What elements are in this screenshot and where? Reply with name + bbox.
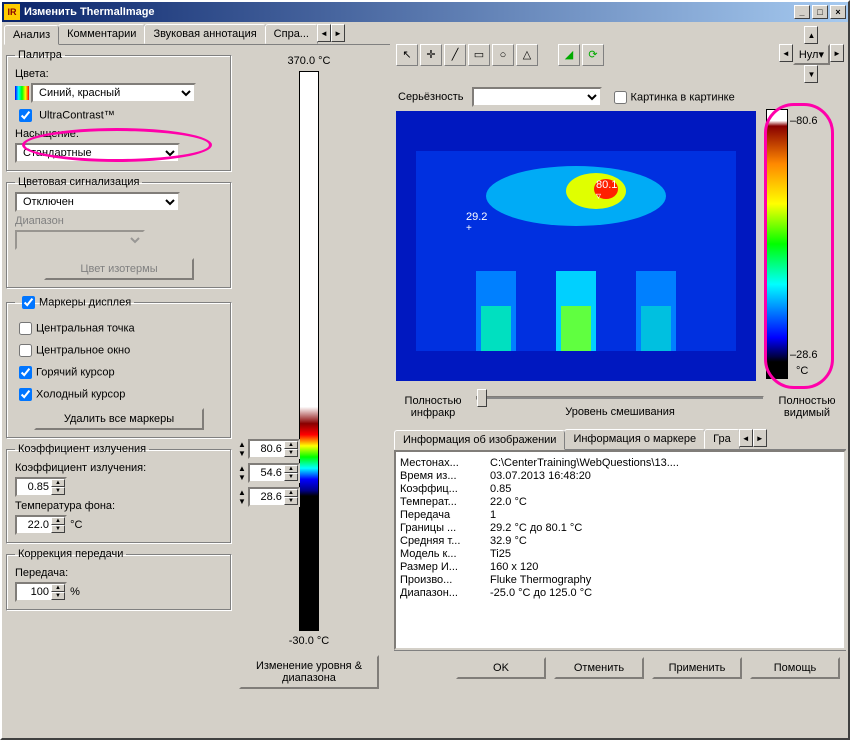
scale-mid-spinner[interactable]: ▲▼ — [248, 463, 300, 483]
right-scale-max: –80.6 — [790, 115, 818, 127]
info-row: Размер И...160 x 120 — [400, 561, 840, 573]
scale-low-spinner[interactable]: ▲▼ — [248, 487, 300, 507]
help-button[interactable]: Помощь — [750, 657, 840, 679]
nav-up-icon[interactable]: ▲ — [804, 26, 818, 44]
rect-tool-icon[interactable]: ▭ — [468, 44, 490, 66]
blend-label: Уровень смешивания — [468, 406, 772, 418]
maximize-button[interactable]: □ — [812, 5, 828, 19]
info-row: Температ...22.0 °C — [400, 496, 840, 508]
center-window-checkbox[interactable] — [19, 344, 32, 357]
range-label: Диапазон — [15, 215, 223, 227]
app-icon: IR — [4, 4, 20, 20]
saturation-select[interactable]: Стандартные — [15, 143, 180, 163]
tab-image-info[interactable]: Информация об изображении — [394, 430, 565, 450]
dialog-footer: OK Отменить Применить Помощь — [394, 650, 846, 685]
tab-analysis[interactable]: Анализ — [4, 25, 59, 45]
info-row: Коэффиц...0.85 — [400, 483, 840, 495]
info-row: Границы ...29.2 °C до 80.1 °C — [400, 522, 840, 534]
nav-right-icon[interactable]: ► — [830, 44, 844, 62]
hot-cursor-checkbox[interactable] — [19, 366, 32, 379]
crosshair-tool-icon[interactable]: ✛ — [420, 44, 442, 66]
severity-select[interactable] — [472, 87, 602, 107]
blend-slider[interactable] — [476, 396, 764, 400]
colorsig-group: Цветовая сигнализация Отключен Диапазон … — [6, 176, 232, 289]
colors-select[interactable]: Синий, красный — [31, 83, 196, 103]
apply-button[interactable]: Применить — [652, 657, 742, 679]
isotherm-color-button: Цвет изотермы — [44, 258, 194, 280]
right-toolbar: ↖ ✛ ╱ ▭ ○ △ ◢ ⟳ ▲ ◄ Нул▾ ► ▼ — [394, 24, 846, 85]
info-tab-next-icon[interactable]: ► — [753, 429, 767, 447]
close-button[interactable]: × — [830, 5, 846, 19]
info-tabs: Информация об изображении Информация о м… — [394, 429, 846, 450]
info-row: Модель к...Ti25 — [400, 548, 840, 560]
tool-b-icon[interactable]: ⟳ — [582, 44, 604, 66]
bg-temp-spinner[interactable]: ▲▼ — [15, 515, 67, 535]
cold-cursor-checkbox[interactable] — [19, 388, 32, 401]
delete-markers-button[interactable]: Удалить все маркеры — [34, 408, 204, 430]
nav-left-icon[interactable]: ◄ — [779, 44, 793, 62]
window-title: Изменить ThermalImage — [24, 6, 155, 18]
polygon-tool-icon[interactable]: △ — [516, 44, 538, 66]
colorsig-select[interactable]: Отключен — [15, 192, 180, 212]
image-info-list[interactable]: Местонах...C:\CenterTraining\WebQuestion… — [394, 450, 846, 650]
tab-next-icon[interactable]: ► — [331, 24, 345, 42]
cancel-button[interactable]: Отменить — [554, 657, 644, 679]
change-level-button[interactable]: Изменение уровня & диапазона — [239, 655, 379, 689]
info-row: Диапазон...-25.0 °C до 125.0 °C — [400, 587, 840, 599]
info-row: Время из...03.07.2013 16:48:20 — [400, 470, 840, 482]
colors-label: Цвета: — [15, 68, 223, 80]
center-point-checkbox[interactable] — [19, 322, 32, 335]
info-row: Произво...Fluke Thermography — [400, 574, 840, 586]
right-colorbar — [766, 109, 788, 379]
right-scale-unit: °C — [796, 365, 808, 377]
hot-marker-label: 80.1▿ — [596, 179, 617, 202]
palette-legend: Палитра — [15, 49, 65, 61]
tab-graph[interactable]: Гра — [704, 429, 740, 449]
minimize-button[interactable]: _ — [794, 5, 810, 19]
severity-label: Серьёзность — [398, 91, 464, 103]
pointer-tool-icon[interactable]: ↖ — [396, 44, 418, 66]
circle-tool-icon[interactable]: ○ — [492, 44, 514, 66]
range-select — [15, 230, 145, 250]
line-tool-icon[interactable]: ╱ — [444, 44, 466, 66]
right-scale-min: –28.6 — [790, 349, 818, 361]
markers-group: Маркеры дисплея Центральная точка Центра… — [6, 293, 232, 439]
palette-swatch-icon — [15, 86, 29, 100]
info-tab-prev-icon[interactable]: ◄ — [739, 429, 753, 447]
emissivity-spinner[interactable]: ▲▼ — [15, 477, 67, 497]
scale-high-spinner[interactable]: ▲▼ — [248, 439, 300, 459]
markers-enable-checkbox[interactable] — [22, 296, 35, 309]
transmission-spinner[interactable]: ▲▼ — [15, 582, 67, 602]
info-row: Местонах...C:\CenterTraining\WebQuestion… — [400, 457, 840, 469]
thermal-image[interactable]: 80.1▿ 29.2+ — [396, 111, 756, 381]
ultracontrast-checkbox-row[interactable]: UltraContrast™ — [15, 106, 223, 125]
zoom-reset-button[interactable]: Нул▾ — [793, 44, 830, 65]
tab-comments[interactable]: Комментарии — [58, 24, 145, 44]
nav-down-icon[interactable]: ▼ — [804, 65, 818, 83]
transmission-group: Коррекция передачи Передача: ▲▼ % — [6, 548, 232, 611]
pip-checkbox[interactable] — [614, 91, 627, 104]
blend-right-label: Полностью видимый — [772, 395, 842, 419]
tab-audio[interactable]: Звуковая аннотация — [144, 24, 265, 44]
emissivity-group: Коэффициент излучения Коэффициент излуче… — [6, 443, 232, 544]
info-row: Средняя т...32.9 °C — [400, 535, 840, 547]
tab-prev-icon[interactable]: ◄ — [317, 24, 331, 42]
saturation-label: Насыщение: — [15, 128, 223, 140]
palette-group: Палитра Цвета: Синий, красный UltraContr… — [6, 49, 232, 172]
left-tabs: Анализ Комментарии Звуковая аннотация Сп… — [4, 24, 390, 45]
ok-button[interactable]: OK — [456, 657, 546, 679]
tool-a-icon[interactable]: ◢ — [558, 44, 580, 66]
tab-marker-info[interactable]: Информация о маркере — [564, 429, 705, 449]
ultracontrast-checkbox[interactable] — [19, 109, 32, 122]
tab-help[interactable]: Спра... — [265, 24, 318, 44]
scale-max: 370.0 °C — [234, 55, 384, 67]
scale-min: -30.0 °C — [234, 635, 384, 647]
info-row: Передача1 — [400, 509, 840, 521]
central-colorbar — [299, 71, 319, 631]
cold-marker-label: 29.2+ — [466, 211, 487, 234]
titlebar: IR Изменить ThermalImage _ □ × — [2, 2, 848, 22]
blend-left-label: Полностью инфракр — [398, 395, 468, 419]
